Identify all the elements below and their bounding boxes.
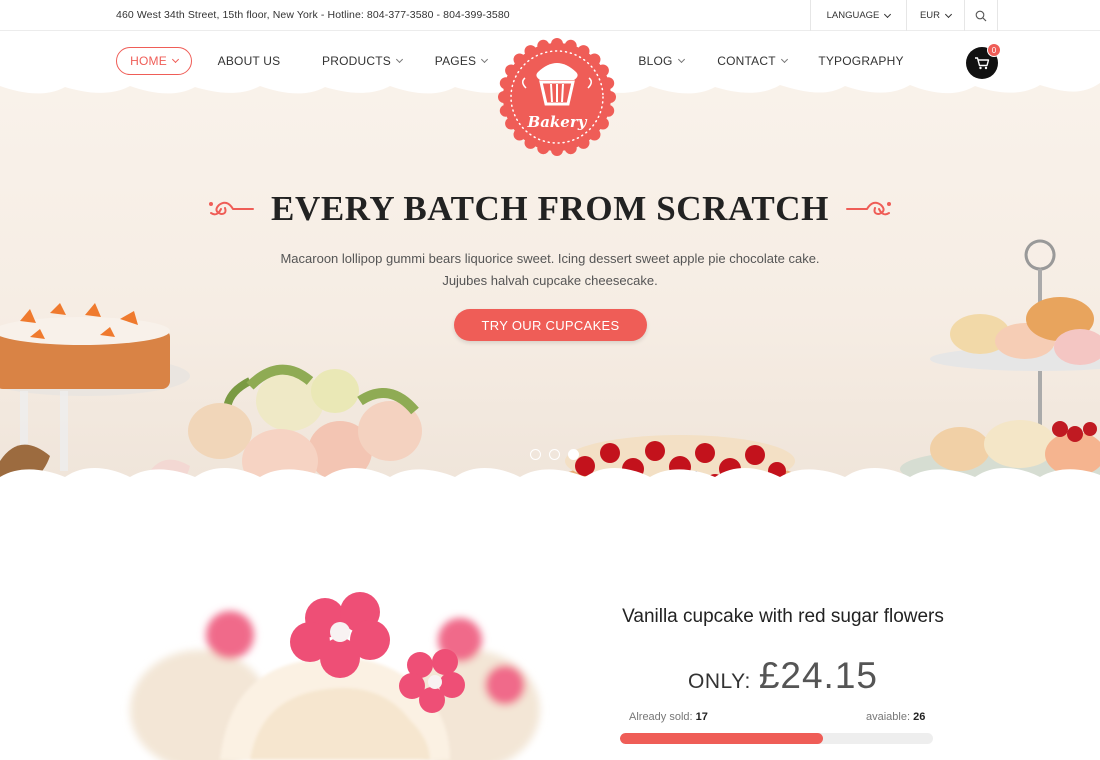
nav-products[interactable]: PRODUCTS — [322, 47, 404, 75]
cart-icon — [975, 57, 990, 70]
product-price: £24.15 — [758, 655, 878, 696]
available: avaiable: 26 — [866, 711, 925, 723]
language-label: LANGUAGE — [826, 10, 880, 21]
chevron-down-icon — [171, 55, 179, 64]
nav-home[interactable]: HOME — [116, 47, 192, 75]
bakery-logo[interactable]: Bakery — [498, 38, 616, 156]
nav-label: BLOG — [638, 54, 673, 68]
slider-dot[interactable] — [549, 449, 560, 460]
chevron-down-icon — [780, 55, 788, 64]
available-count: 26 — [913, 711, 926, 723]
slider-dot-active[interactable] — [568, 449, 579, 460]
nav-label: CONTACT — [717, 54, 776, 68]
slider-dot[interactable] — [530, 449, 541, 460]
sold-progress-fill — [620, 733, 824, 744]
chevron-down-icon — [944, 10, 953, 18]
currency-label: EUR — [919, 10, 941, 21]
language-dropdown[interactable]: LANGUAGE — [810, 0, 906, 31]
nav-contact[interactable]: CONTACT — [716, 47, 788, 75]
chevron-down-icon — [677, 55, 685, 64]
already-sold: Already sold: 17 — [629, 711, 708, 723]
hero-subtext-line: Macaroon lollipop gummi bears liquorice … — [280, 251, 820, 266]
currency-dropdown[interactable]: EUR — [906, 0, 964, 31]
contact-info: 460 West 34th Street, 15th floor, New Yo… — [116, 9, 510, 21]
nav-label: HOME — [130, 54, 167, 68]
nav-blog[interactable]: BLOG — [636, 47, 686, 75]
nav-label: TYPOGRAPHY — [818, 54, 904, 68]
price-row: ONLY: £24.15 — [560, 655, 1006, 697]
search-icon — [975, 10, 987, 21]
bottom-wave — [0, 467, 1100, 497]
logo-text: Bakery — [527, 113, 588, 131]
cupcake-product-image — [130, 592, 540, 760]
hero-headline: EVERY BATCH FROM SCRATCH — [271, 189, 829, 228]
nav-pages[interactable]: PAGES — [433, 47, 489, 75]
sold-progress-bar — [620, 733, 933, 744]
nav-label: ABOUT US — [217, 54, 281, 68]
sold-count: 17 — [695, 711, 708, 723]
available-label: avaiable: — [866, 711, 911, 723]
top-bar: 460 West 34th Street, 15th floor, New Yo… — [0, 0, 1100, 31]
chevron-down-icon — [884, 10, 892, 18]
hero-heading-row: EVERY BATCH FROM SCRATCH — [0, 189, 1100, 229]
nav-label: PAGES — [434, 54, 477, 68]
chevron-down-icon — [481, 55, 489, 64]
search-button[interactable] — [964, 0, 998, 31]
chevron-down-icon — [395, 55, 404, 64]
nav-about-us[interactable]: ABOUT US — [214, 47, 284, 75]
only-label: ONLY: — [688, 670, 751, 693]
hero-subtext-line: Jujubes halvah cupcake cheesecake. — [442, 273, 658, 288]
product-title[interactable]: Vanilla cupcake with red sugar flowers — [560, 606, 1006, 628]
slider-pagination — [530, 449, 579, 460]
hero-subtext: Macaroon lollipop gummi bears liquorice … — [250, 248, 850, 292]
nav-label: PRODUCTS — [322, 54, 391, 68]
cart-count-badge: 0 — [987, 43, 1001, 57]
nav-typography[interactable]: TYPOGRAPHY — [818, 47, 904, 75]
sold-label: Already sold: — [629, 711, 693, 723]
try-cupcakes-button[interactable]: TRY OUR CUPCAKES — [454, 309, 647, 341]
flourish-left-icon — [209, 201, 255, 216]
flourish-right-icon — [845, 201, 891, 216]
